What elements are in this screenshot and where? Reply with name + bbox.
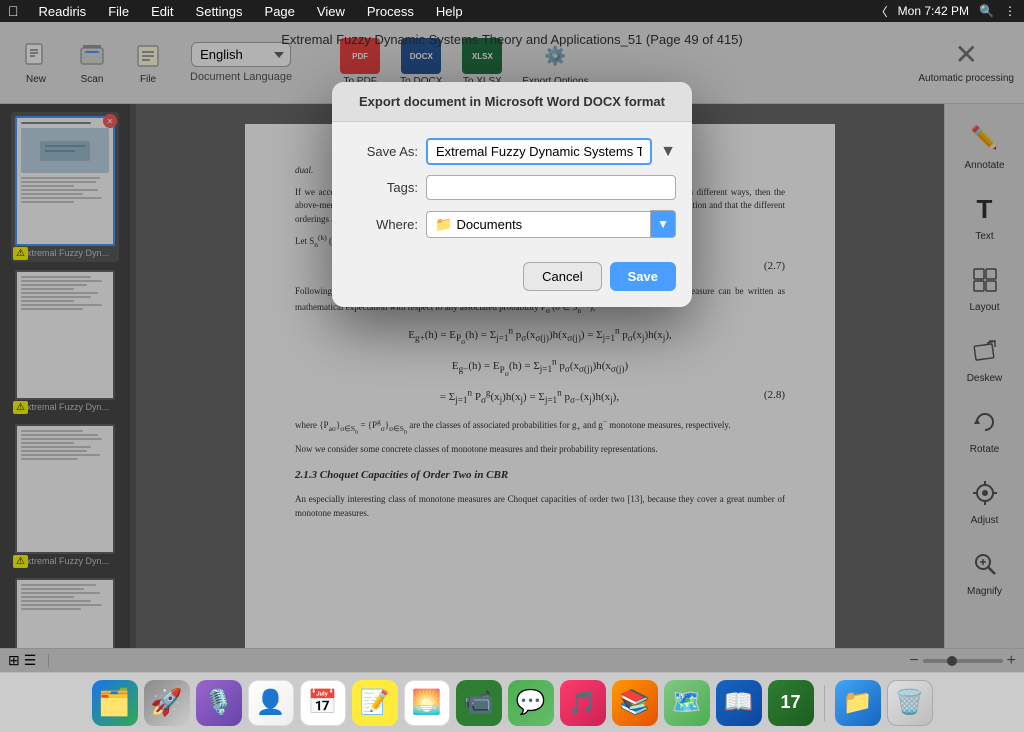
dock-trash[interactable]: 🗑️	[887, 680, 933, 726]
cancel-button[interactable]: Cancel	[523, 262, 601, 291]
modal-title: Export document in Microsoft Word DOCX f…	[332, 82, 692, 122]
dock-books[interactable]: 📚	[612, 680, 658, 726]
control-center-icon[interactable]: ⋮	[1004, 4, 1016, 18]
dock-facetime[interactable]: 📹	[456, 680, 502, 726]
where-row: Where: 📁 Documents ▼	[348, 210, 676, 238]
dock-maps[interactable]: 🗺️	[664, 680, 710, 726]
menu-edit[interactable]: Edit	[147, 4, 177, 19]
menu-settings[interactable]: Settings	[192, 4, 247, 19]
save-as-label: Save As:	[348, 144, 418, 159]
dock-divider	[824, 685, 825, 721]
where-select-area: 📁 Documents ▼	[426, 210, 676, 238]
where-folder-select[interactable]: 📁 Documents	[426, 211, 650, 238]
menu-readiris[interactable]: Readiris	[35, 4, 91, 19]
dock-contacts[interactable]: 👤	[248, 680, 294, 726]
tags-input[interactable]	[426, 175, 676, 200]
dock-notes[interactable]: 📝	[352, 680, 398, 726]
modal-overlay: Export document in Microsoft Word DOCX f…	[0, 22, 1024, 672]
save-as-input[interactable]	[426, 138, 652, 165]
dock-files[interactable]: 📁	[835, 680, 881, 726]
save-as-dropdown-icon[interactable]: ▼	[660, 143, 676, 161]
clock: Mon 7:42 PM	[898, 4, 969, 18]
dock-calendar[interactable]: 📅	[300, 680, 346, 726]
dock-finder[interactable]: 🗂️	[92, 680, 138, 726]
tags-label: Tags:	[348, 180, 418, 195]
menu-bar-items: Readiris File Edit Settings Page View Pr…	[35, 4, 860, 19]
dock-numbers[interactable]: 17	[768, 680, 814, 726]
modal-body: Save As: ▼ Tags: Where: 📁 Documents ▼	[332, 122, 692, 254]
menu-page[interactable]: Page	[261, 4, 299, 19]
dock-messages[interactable]: 💬	[508, 680, 554, 726]
modal-actions: Cancel Save	[332, 254, 692, 307]
wifi-icon: 〈	[876, 3, 888, 20]
dock-music[interactable]: 🎵	[560, 680, 606, 726]
where-dropdown-button[interactable]: ▼	[650, 210, 676, 238]
apple-menu[interactable]: 	[8, 3, 19, 19]
where-label: Where:	[348, 217, 418, 232]
menu-process[interactable]: Process	[363, 4, 418, 19]
dock-siri[interactable]: 🎙️	[196, 680, 242, 726]
dock-launchpad[interactable]: 🚀	[144, 680, 190, 726]
search-icon[interactable]: 🔍	[979, 4, 994, 18]
export-modal: Export document in Microsoft Word DOCX f…	[332, 82, 692, 307]
menu-view[interactable]: View	[313, 4, 349, 19]
menu-bar-right: 〈 Mon 7:42 PM 🔍 ⋮	[876, 3, 1016, 20]
save-as-row: Save As: ▼	[348, 138, 676, 165]
folder-name: Documents	[456, 217, 522, 232]
tags-row: Tags:	[348, 175, 676, 200]
menu-help[interactable]: Help	[432, 4, 467, 19]
menu-bar:  Readiris File Edit Settings Page View …	[0, 0, 1024, 22]
menu-file[interactable]: File	[104, 4, 133, 19]
save-button[interactable]: Save	[610, 262, 676, 291]
dock-photos[interactable]: 🌅	[404, 680, 450, 726]
dock: 🗂️ 🚀 🎙️ 👤 📅 📝 🌅 📹 💬 🎵 📚 🗺️ 📖 17 📁	[0, 672, 1024, 732]
folder-icon: 📁	[435, 216, 452, 233]
dock-readiris[interactable]: 📖	[716, 680, 762, 726]
